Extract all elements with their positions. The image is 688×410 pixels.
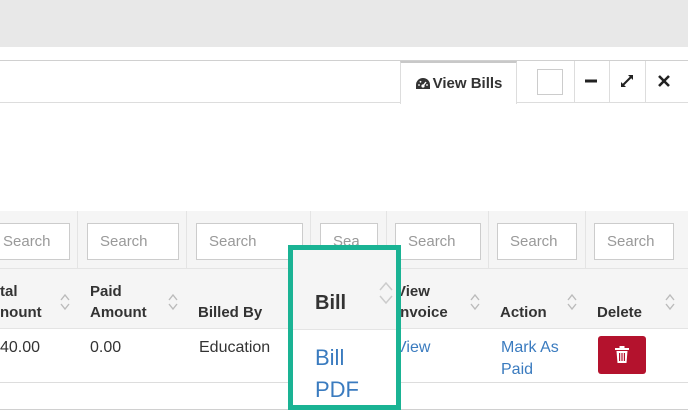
cell-paid-amount: 0.00 [90, 339, 122, 356]
header-total-amount[interactable]: tal nount [0, 281, 42, 323]
header-bill[interactable]: Bill [315, 292, 346, 315]
header-label: Amount [90, 304, 147, 321]
header-label: Billed By [198, 304, 263, 321]
divider [609, 61, 610, 103]
cell-total-amount: 40.00 [0, 339, 41, 356]
header-action[interactable]: Action [500, 302, 547, 323]
header-bill-cell: Bill [293, 250, 396, 330]
header-label: Action [500, 304, 547, 321]
header-view-invoice[interactable]: View Invoice [396, 281, 448, 323]
tab-label: View Bills [432, 75, 503, 92]
trash-icon [615, 346, 629, 363]
search-placeholder: Search [607, 233, 655, 250]
divider [645, 61, 646, 103]
expand-button[interactable] [613, 67, 641, 95]
search-placeholder: Search [408, 233, 456, 250]
search-placeholder: Search [3, 233, 51, 250]
cell-billed-by: Education [199, 339, 271, 356]
search-view-invoice[interactable]: Search [395, 223, 481, 260]
close-button[interactable] [650, 67, 678, 95]
view-invoice-link[interactable]: View [396, 337, 430, 359]
search-billed-by[interactable]: Search [196, 223, 303, 260]
header-paid-amount[interactable]: Paid Amount [90, 281, 147, 323]
window-checkbox[interactable] [537, 69, 563, 95]
search-total-amount[interactable]: Search [0, 223, 70, 260]
search-paid-amount[interactable]: Search [87, 223, 179, 260]
sort-icon[interactable] [168, 293, 178, 311]
top-bar [0, 0, 688, 47]
divider [574, 61, 575, 103]
sort-icon[interactable] [379, 280, 393, 306]
delete-button[interactable] [598, 336, 646, 374]
search-action[interactable]: Search [497, 223, 577, 260]
mark-as-paid-link[interactable]: Mark As Paid [501, 337, 581, 381]
tab-view-bills[interactable]: View Bills [400, 61, 517, 104]
header-billed-by[interactable]: Billed By [198, 302, 262, 323]
sort-icon[interactable] [60, 293, 70, 311]
header-label: tal [0, 283, 18, 300]
sort-icon[interactable] [567, 293, 577, 311]
header-label: Delete [597, 304, 643, 321]
bill-column-highlight: Bill Bill PDF [288, 245, 401, 410]
header-label: nount [0, 304, 42, 321]
header-label: View [396, 283, 430, 300]
search-placeholder: Search [100, 233, 148, 250]
minimize-button[interactable] [577, 67, 605, 95]
search-placeholder: Search [209, 233, 257, 250]
close-icon [658, 75, 670, 87]
header-label: Invoice [396, 304, 448, 321]
search-placeholder: Search [510, 233, 558, 250]
minimize-icon [585, 79, 597, 83]
dashboard-icon [415, 77, 431, 91]
search-delete[interactable]: Search [594, 223, 674, 260]
sort-icon[interactable] [470, 293, 480, 311]
panel-header: View Bills [0, 61, 688, 104]
header-delete[interactable]: Delete [597, 302, 642, 323]
expand-icon [621, 75, 633, 87]
bill-pdf-link[interactable]: Bill PDF [315, 342, 385, 406]
header-label: Paid [90, 283, 122, 300]
sort-icon[interactable] [665, 293, 675, 311]
